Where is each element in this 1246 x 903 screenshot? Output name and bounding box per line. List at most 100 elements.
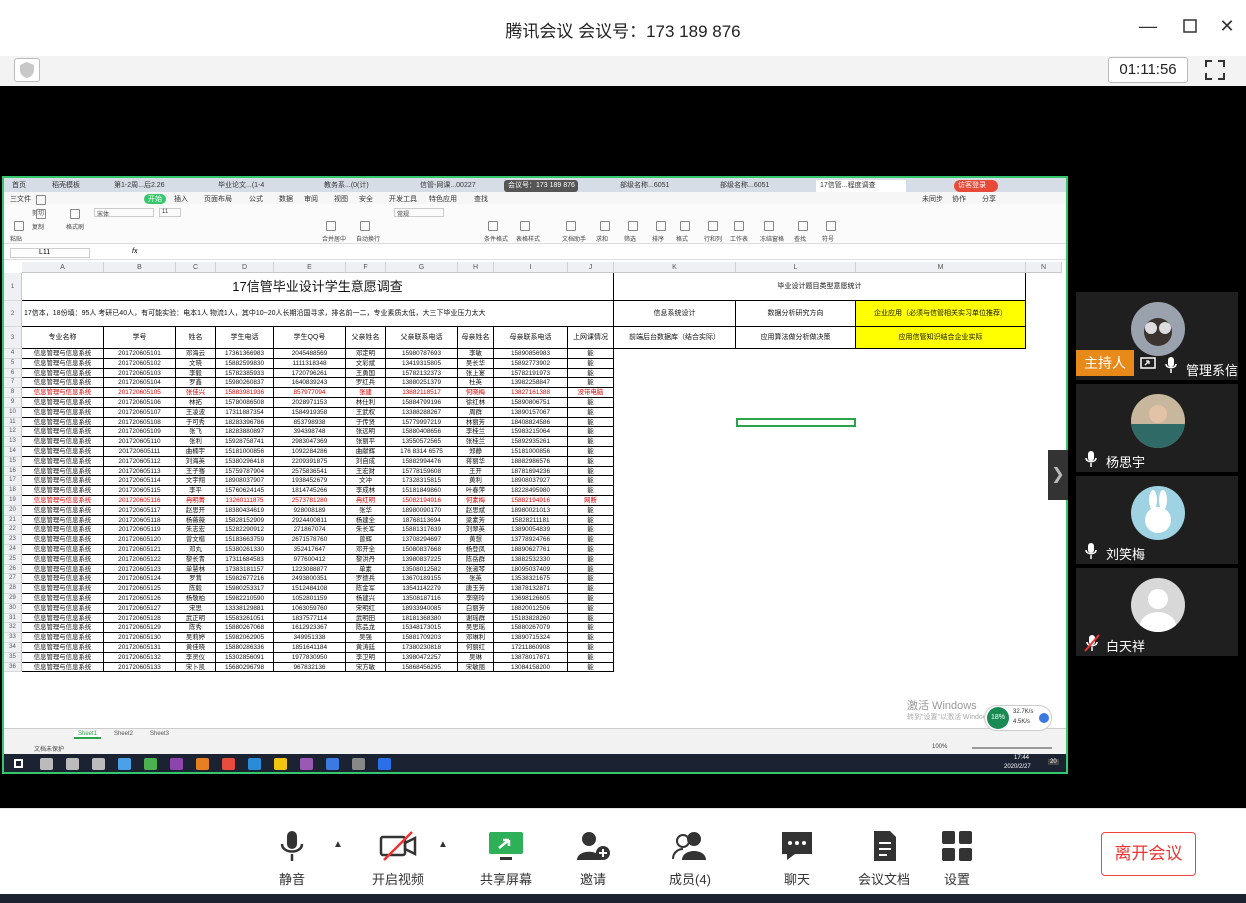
ribbon-icon[interactable] [520, 221, 530, 231]
table-cell[interactable]: 武正明 [176, 613, 216, 624]
table-cell[interactable]: 201720605106 [104, 398, 176, 408]
table-cell[interactable]: 17311684583 [216, 554, 274, 565]
table-cell[interactable]: 能 [568, 623, 614, 634]
table-cell[interactable]: 15828152909 [216, 515, 274, 526]
table-cell[interactable]: 15983215064 [494, 427, 568, 438]
table-cell[interactable]: 吴琳 [458, 652, 494, 663]
taskbar-app-icon[interactable] [170, 758, 183, 770]
table-cell[interactable]: 1063059760 [274, 603, 346, 614]
table-cell[interactable]: 陈岳群 [458, 554, 494, 565]
table-cell[interactable]: 张丽平 [346, 437, 386, 447]
taskbar-app-icon[interactable] [300, 758, 313, 770]
sheet-tab[interactable]: Sheet2 [110, 731, 137, 737]
table-cell[interactable]: 15348173015 [386, 623, 458, 634]
table-cell[interactable]: 201720605102 [104, 358, 176, 369]
table-cell[interactable]: 信息管理与信息系统 [22, 486, 104, 496]
ribbon-label[interactable]: 合并居中 [322, 234, 346, 243]
ribbon-label[interactable]: 查找 [794, 234, 806, 243]
ribbon-icon[interactable] [36, 195, 46, 205]
row-header[interactable]: 1 [4, 273, 22, 301]
table-cell[interactable]: 林拓 [176, 398, 216, 408]
table-cell[interactable]: 15282290912 [216, 525, 274, 536]
table-cell[interactable]: 何丽红 [458, 643, 494, 653]
table-cell[interactable]: 176 8314 6575 [386, 447, 458, 457]
table-cell[interactable]: 201720605126 [104, 594, 176, 604]
table-cell[interactable]: 于传贤 [346, 417, 386, 428]
minimize-icon[interactable]: — [1136, 14, 1160, 38]
row-header[interactable]: 10 [4, 407, 22, 418]
table-cell[interactable]: 15884799196 [386, 398, 458, 408]
table-cell[interactable]: 13708294697 [386, 535, 458, 545]
column-header[interactable]: L [736, 262, 856, 273]
table-cell[interactable]: 201720605130 [104, 633, 176, 643]
table-cell[interactable]: 201720605124 [104, 574, 176, 585]
table-cell[interactable]: 信息管理与信息系统 [22, 613, 104, 624]
table-cell[interactable]: 18228495980 [494, 486, 568, 496]
table-cell[interactable]: 853798938 [274, 417, 346, 428]
font-name-select[interactable]: 宋体 [94, 208, 154, 218]
taskbar-app-icon[interactable] [118, 758, 131, 770]
table-cell[interactable]: 李平 [176, 486, 216, 496]
row-header[interactable]: 21 [4, 515, 22, 526]
table-cell[interactable]: 201720605112 [104, 456, 176, 467]
table-cell[interactable]: 于可秀 [176, 417, 216, 428]
browser-tab[interactable]: 首页 [8, 180, 44, 192]
table-cell[interactable]: 信息管理与信息系统 [22, 525, 104, 536]
table-cell[interactable]: 15380296418 [216, 456, 274, 467]
column-header[interactable]: G [386, 262, 458, 273]
table-cell[interactable]: 信息管理与信息系统 [22, 496, 104, 506]
table-cell[interactable]: 张华 [346, 505, 386, 516]
table-cell[interactable]: 杨薇薇 [176, 515, 216, 526]
row-header[interactable]: 8 [4, 388, 22, 398]
table-cell[interactable]: 1814745266 [274, 486, 346, 496]
taskbar-app-icon[interactable] [40, 758, 53, 770]
table-cell[interactable]: 201720605117 [104, 505, 176, 516]
column-header[interactable]: K [614, 262, 736, 273]
column-header[interactable]: A [22, 262, 104, 273]
table-cell[interactable]: 201720605133 [104, 662, 176, 673]
table-cell[interactable]: 13778924766 [494, 535, 568, 545]
table-cell[interactable]: 13980472257 [386, 652, 458, 663]
column-header[interactable]: F [346, 262, 386, 273]
table-cell[interactable]: 13670189155 [386, 574, 458, 585]
table-cell[interactable]: 信息管理与信息系统 [22, 505, 104, 516]
table-cell[interactable]: 张英 [458, 574, 494, 585]
table-cell[interactable]: 1092284286 [274, 447, 346, 457]
row-header[interactable]: 4 [4, 349, 22, 359]
table-cell[interactable]: 967832136 [274, 662, 346, 673]
table-cell[interactable]: 13890715324 [494, 633, 568, 643]
table-cell[interactable]: 信息管理与信息系统 [22, 584, 104, 594]
ribbon-label[interactable]: 文档助手 [562, 234, 586, 243]
table-cell[interactable]: 周群 [458, 407, 494, 418]
menu-item[interactable]: 视图 [334, 194, 348, 204]
column-header[interactable]: D [216, 262, 274, 273]
table-cell[interactable]: 罗红兵 [346, 378, 386, 389]
table-cell[interactable]: 叶春萍 [458, 486, 494, 496]
table-cell[interactable]: 陈金军 [346, 584, 386, 594]
row-header[interactable]: 35 [4, 652, 22, 663]
table-cell[interactable]: 文彩斌 [346, 358, 386, 369]
table-cell[interactable]: 1223088877 [274, 564, 346, 575]
table-cell[interactable]: 15680296798 [216, 662, 274, 673]
table-cell[interactable]: 曾文楷 [176, 535, 216, 545]
table-cell[interactable]: 李敏 [458, 349, 494, 359]
table-cell[interactable]: 能 [568, 564, 614, 575]
table-cell[interactable]: 394398748 [274, 427, 346, 438]
table-cell[interactable]: 李毅 [176, 368, 216, 379]
row-header[interactable]: 3 [4, 327, 22, 349]
mute-options-caret-icon[interactable]: ▲ [333, 839, 343, 850]
table-cell[interactable]: 201720605125 [104, 584, 176, 594]
table-cell[interactable]: 信息管理与信息系统 [22, 564, 104, 575]
number-format-select[interactable]: 常规 [394, 208, 444, 218]
table-cell[interactable]: 李成林 [346, 486, 386, 496]
table-cell[interactable]: 黄想 [458, 535, 494, 545]
table-cell[interactable]: 信息管理与信息系统 [22, 535, 104, 545]
table-cell[interactable]: 201720605128 [104, 613, 176, 624]
ribbon-icon[interactable] [680, 221, 690, 231]
table-header-cell[interactable]: 学号 [104, 327, 176, 349]
table-cell[interactable]: 201720605101 [104, 349, 176, 359]
table-cell[interactable]: 1612923367 [274, 623, 346, 634]
table-cell[interactable]: 15880286336 [216, 643, 274, 653]
row-header[interactable]: 26 [4, 564, 22, 575]
ribbon-label[interactable]: 格式刷 [66, 222, 84, 231]
